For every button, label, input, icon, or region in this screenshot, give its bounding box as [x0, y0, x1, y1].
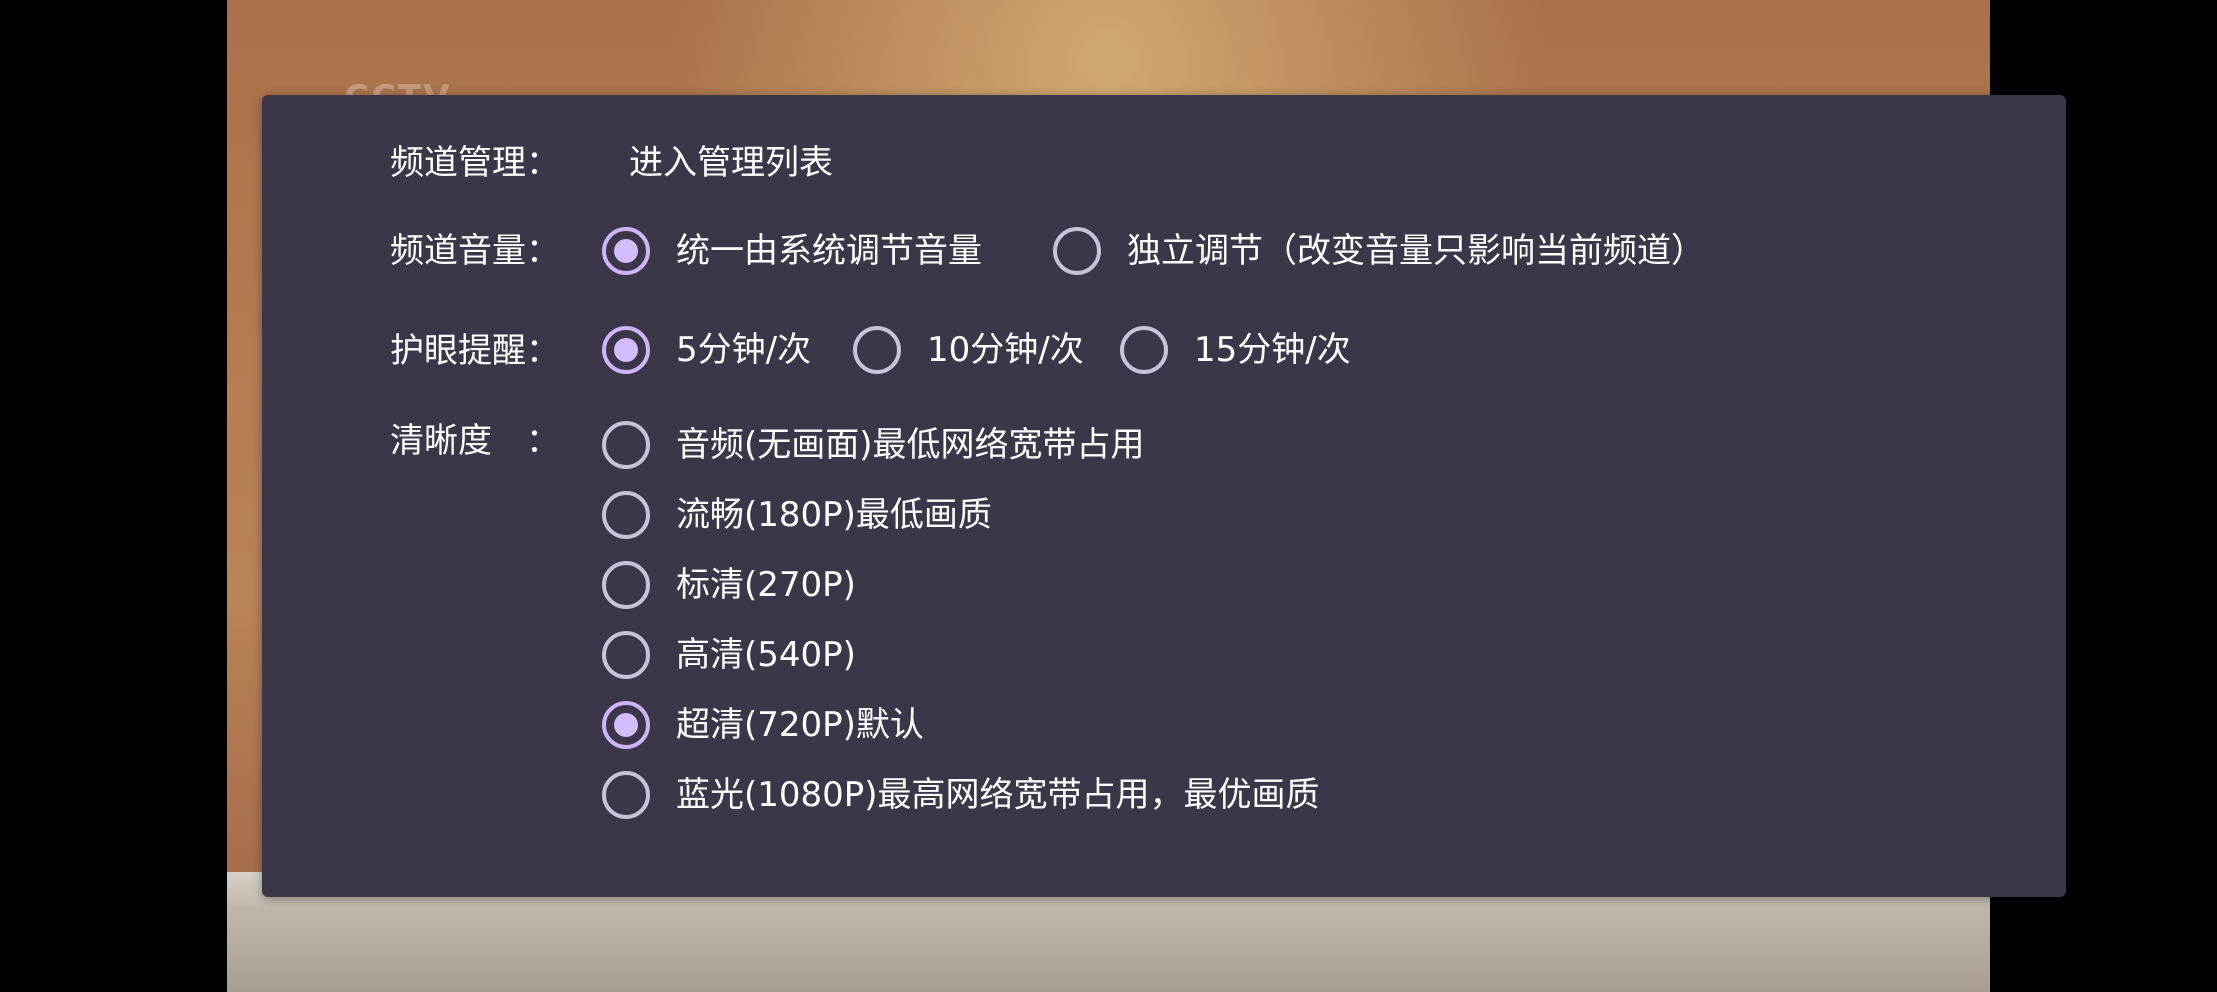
- enter-manage-list-button[interactable]: 进入管理列表: [629, 141, 833, 185]
- radio-unchecked-icon[interactable]: [602, 561, 650, 609]
- radio-checked-icon[interactable]: [602, 701, 650, 749]
- radio-unchecked-icon[interactable]: [602, 491, 650, 539]
- radio-checked-icon[interactable]: [602, 227, 650, 275]
- radio-unchecked-icon[interactable]: [602, 771, 650, 819]
- definition-option-180p-label: 流畅(180P)最低画质: [676, 495, 992, 535]
- definition-option-270p-label: 标清(270P): [676, 565, 856, 605]
- radio-unchecked-icon[interactable]: [853, 326, 901, 374]
- eye-option-15min-label: 15分钟/次: [1194, 330, 1351, 370]
- volume-option-independent-label: 独立调节（改变音量只影响当前频道）: [1127, 231, 1705, 271]
- eye-option-5min[interactable]: 5分钟/次: [602, 326, 811, 374]
- eye-option-5min-label: 5分钟/次: [676, 330, 812, 370]
- eye-option-10min-label: 10分钟/次: [927, 330, 1084, 370]
- definition-option-540p[interactable]: 高清(540P): [602, 631, 856, 679]
- eye-option-10min[interactable]: 10分钟/次: [853, 326, 1084, 374]
- definition-option-audio-label: 音频(无画面)最低网络宽带占用: [676, 425, 1145, 465]
- definition-option-1080p-label: 蓝光(1080P)最高网络宽带占用，最优画质: [676, 775, 1320, 815]
- definition-label: 清晰度 ：: [390, 421, 560, 461]
- definition-option-1080p[interactable]: 蓝光(1080P)最高网络宽带占用，最优画质: [602, 771, 1320, 819]
- volume-option-independent[interactable]: 独立调节（改变音量只影响当前频道）: [1053, 227, 1705, 275]
- radio-checked-icon[interactable]: [602, 326, 650, 374]
- radio-unchecked-icon[interactable]: [602, 631, 650, 679]
- volume-option-system[interactable]: 统一由系统调节音量: [602, 227, 982, 275]
- definition-option-audio[interactable]: 音频(无画面)最低网络宽带占用: [602, 421, 1145, 469]
- eye-reminder-label: 护眼提醒：: [390, 331, 560, 371]
- radio-unchecked-icon[interactable]: [1120, 326, 1168, 374]
- definition-option-720p[interactable]: 超清(720P)默认: [602, 701, 924, 749]
- volume-option-system-label: 统一由系统调节音量: [676, 231, 982, 271]
- eye-option-15min[interactable]: 15分钟/次: [1120, 326, 1351, 374]
- definition-option-540p-label: 高清(540P): [676, 635, 856, 675]
- radio-unchecked-icon[interactable]: [602, 421, 650, 469]
- settings-dialog: 频道管理： 进入管理列表 频道音量： 统一由系统调节音量 独立调节（改变音量只影…: [262, 95, 2066, 897]
- definition-option-720p-label: 超清(720P)默认: [676, 705, 924, 745]
- channel-manage-label: 频道管理：: [390, 143, 560, 183]
- channel-volume-label: 频道音量：: [390, 231, 560, 271]
- radio-unchecked-icon[interactable]: [1053, 227, 1101, 275]
- definition-option-180p[interactable]: 流畅(180P)最低画质: [602, 491, 992, 539]
- definition-option-270p[interactable]: 标清(270P): [602, 561, 856, 609]
